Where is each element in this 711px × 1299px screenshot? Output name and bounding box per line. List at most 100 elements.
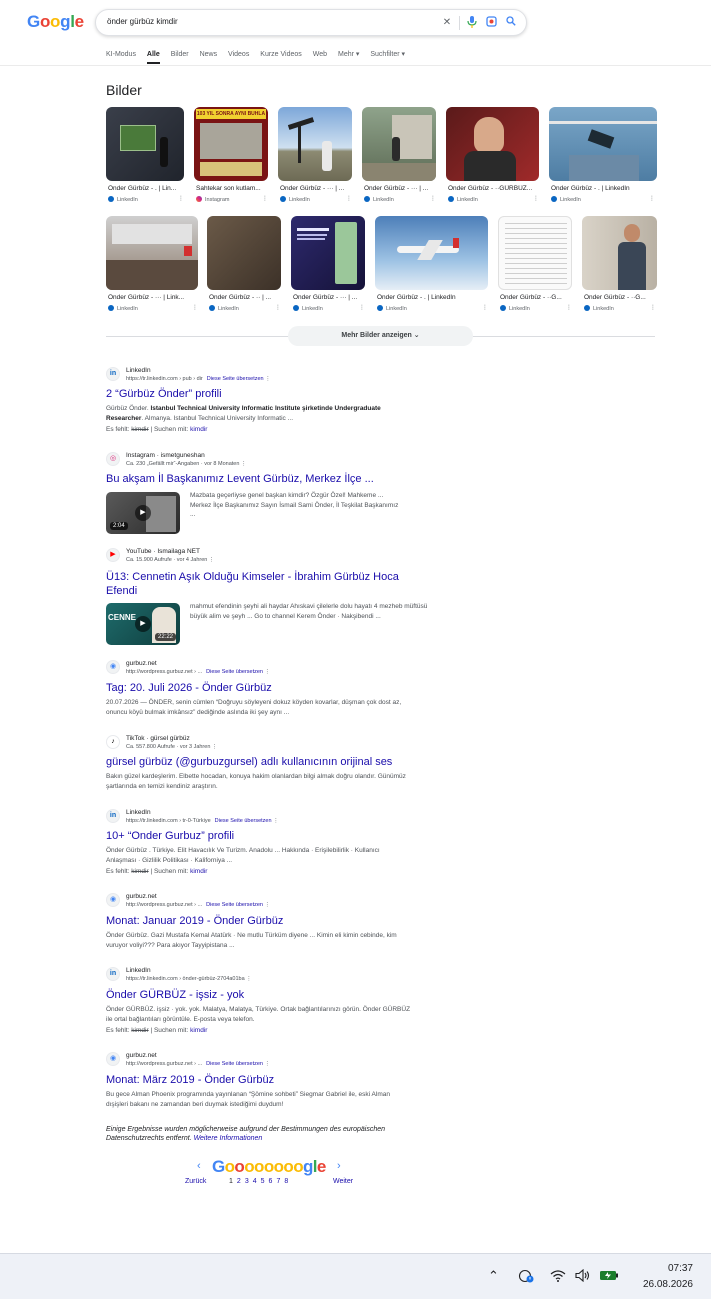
next-page-link[interactable]: Weiter (333, 1178, 353, 1185)
more-icon[interactable]: ⋮ (212, 744, 218, 750)
image-caption[interactable]: Önder Gürbüz - ··· | ... (364, 185, 436, 192)
result-title[interactable]: Bu akşam İl Başkanımız Levent Gürbüz, Me… (106, 473, 374, 485)
image-caption[interactable]: Önder Gürbüz - ··· | Link... (108, 294, 198, 301)
result-url[interactable]: https://tr.linkedin.com › önder-gürbüz-2… (126, 976, 252, 982)
image-caption[interactable]: Önder Gürbüz - ··G... (500, 294, 574, 301)
image-caption[interactable]: Önder Gürbüz - ·· | ... (209, 294, 283, 301)
search-icon[interactable] (504, 16, 518, 30)
page-number[interactable]: 6 (269, 1178, 273, 1185)
tab-web[interactable]: Web (313, 51, 327, 58)
page-number[interactable]: 7 (276, 1178, 280, 1185)
more-icon[interactable]: ⋮ (209, 557, 215, 563)
more-icon[interactable]: ⋮ (265, 1061, 271, 1067)
search-input[interactable]: önder gürbüz kimdir (107, 17, 178, 26)
page-number[interactable]: 8 (284, 1178, 288, 1185)
page-number[interactable]: 3 (245, 1178, 249, 1185)
chevron-up-icon[interactable]: ⌃ (488, 1269, 499, 1283)
microphone-icon[interactable] (465, 16, 479, 30)
more-icon[interactable]: ⋮ (178, 195, 184, 202)
translate-link[interactable]: Diese Seite übersetzen (206, 1061, 263, 1067)
image-caption[interactable]: Önder Gürbüz - . | LinkedIn (377, 294, 488, 301)
search-with-link[interactable]: kimdir (190, 868, 207, 875)
more-icon[interactable]: ⋮ (482, 304, 488, 311)
search-with-link[interactable]: kimdir (190, 426, 207, 433)
more-icon[interactable]: ⋮ (533, 195, 539, 202)
image-caption[interactable]: Önder Gürbüz - . | Lin... (108, 185, 186, 192)
search-box[interactable]: önder gürbüz kimdir ✕ (95, 9, 527, 36)
result-url[interactable]: http://wordpress.gurbuz.net › ... Diese S… (126, 669, 270, 675)
image-thumbnail[interactable] (278, 107, 352, 181)
image-thumbnail[interactable] (549, 107, 657, 181)
tab-news[interactable]: News (200, 51, 218, 58)
image-caption[interactable]: Önder Gürbüz - ··· | ... (293, 294, 367, 301)
translate-link[interactable]: Diese Seite übersetzen (206, 669, 263, 675)
more-images-button[interactable]: Mehr Bilder anzeigen ⌄ (288, 326, 473, 346)
more-icon[interactable]: ⋮ (241, 461, 247, 467)
image-caption[interactable]: Önder Gürbüz - ··· | ... (280, 185, 352, 192)
image-thumbnail[interactable] (207, 216, 281, 290)
result-url[interactable]: http://wordpress.gurbuz.net › ... Diese S… (126, 1061, 270, 1067)
more-icon[interactable]: ⋮ (566, 304, 572, 311)
result-title[interactable]: gürsel gürbüz (@gurbuzgursel) adlı kulla… (106, 756, 392, 768)
page-number[interactable]: 4 (253, 1178, 257, 1185)
image-thumbnail[interactable] (106, 107, 184, 181)
more-icon[interactable]: ⋮ (430, 195, 436, 202)
result-title[interactable]: Monat: Januar 2019 - Önder Gürbüz (106, 915, 283, 927)
image-thumbnail[interactable] (106, 216, 198, 290)
more-icon[interactable]: ⋮ (275, 304, 281, 311)
tab-suchfilter[interactable]: Suchfilter ▾ (370, 50, 405, 58)
image-thumbnail[interactable] (498, 216, 572, 290)
more-icon[interactable]: ⋮ (246, 976, 252, 982)
result-title[interactable]: Ü13: Cennetin Aşık Olduğu Kimseler - İbr… (106, 571, 399, 583)
more-icon[interactable]: ⋮ (649, 195, 655, 202)
page-number[interactable]: 2 (237, 1178, 241, 1185)
previous-page-link[interactable]: Zurück (185, 1178, 206, 1185)
tab-bilder[interactable]: Bilder (171, 51, 189, 58)
more-icon[interactable]: ⋮ (273, 818, 279, 824)
image-thumbnail[interactable] (446, 107, 539, 181)
result-url[interactable]: http://wordpress.gurbuz.net › ... Diese S… (126, 902, 270, 908)
more-icon[interactable]: ⋮ (192, 304, 198, 311)
clock-time[interactable]: 07:37 (668, 1263, 693, 1274)
result-title[interactable]: 2 “Gürbüz Önder” profili (106, 388, 222, 400)
clear-icon[interactable]: ✕ (440, 16, 454, 30)
image-thumbnail[interactable] (375, 216, 488, 290)
result-url[interactable]: https://tr.linkedin.com › pub › dir Diese… (126, 376, 271, 382)
image-caption[interactable]: Sahtekar son kutlam... (196, 185, 268, 192)
chevron-right-icon[interactable]: › (337, 1160, 341, 1172)
result-title[interactable]: Monat: März 2019 - Önder Gürbüz (106, 1074, 274, 1086)
google-logo[interactable]: Google (27, 12, 84, 32)
page-number[interactable]: 5 (261, 1178, 265, 1185)
tab-ki-modus[interactable]: KI-Modus (106, 51, 136, 58)
more-icon[interactable]: ⋮ (359, 304, 365, 311)
more-icon[interactable]: ⋮ (262, 195, 268, 202)
image-caption[interactable]: Önder Gürbüz - . | LinkedIn (551, 185, 657, 192)
more-icon[interactable]: ⋮ (265, 669, 271, 675)
image-caption[interactable]: Önder Gürbüz - ··G... (584, 294, 658, 301)
volume-icon[interactable] (575, 1268, 591, 1285)
tab-mehr[interactable]: Mehr ▾ (338, 50, 359, 58)
network-alert-icon[interactable] (518, 1269, 534, 1286)
more-icon[interactable]: ⋮ (265, 376, 271, 382)
more-icon[interactable]: ⋮ (265, 902, 271, 908)
chevron-left-icon[interactable]: ‹ (197, 1160, 201, 1172)
result-title[interactable]: 10+ “Onder Gurbuz” profili (106, 830, 234, 842)
battery-charging-icon[interactable] (599, 1269, 619, 1284)
wifi-icon[interactable] (550, 1269, 566, 1285)
result-title-line2[interactable]: Efendi (106, 585, 137, 597)
translate-link[interactable]: Diese Seite übersetzen (207, 376, 264, 382)
tab-alle[interactable]: Alle (146, 51, 160, 64)
image-thumbnail[interactable] (291, 216, 365, 290)
result-title[interactable]: Önder GÜRBÜZ - işsiz - yok (106, 989, 244, 1001)
result-title[interactable]: Tag: 20. Juli 2026 - Önder Gürbüz (106, 682, 272, 694)
video-thumbnail[interactable]: CENNE ▶ 22:22 (106, 603, 180, 645)
image-caption[interactable]: Önder Gürbüz - ··GÜRBÜZ... (448, 185, 539, 192)
tab-videos[interactable]: Videos (228, 51, 249, 58)
clock-date[interactable]: 26.08.2026 (643, 1279, 693, 1290)
image-thumbnail[interactable]: 103 YIL SONRA AYNI BUHLA (194, 107, 268, 181)
more-icon[interactable]: ⋮ (346, 195, 352, 202)
image-thumbnail[interactable] (362, 107, 436, 181)
translate-link[interactable]: Diese Seite übersetzen (206, 902, 263, 908)
lens-icon[interactable] (484, 16, 498, 30)
more-info-link[interactable]: Weitere Informationen (194, 1135, 263, 1142)
